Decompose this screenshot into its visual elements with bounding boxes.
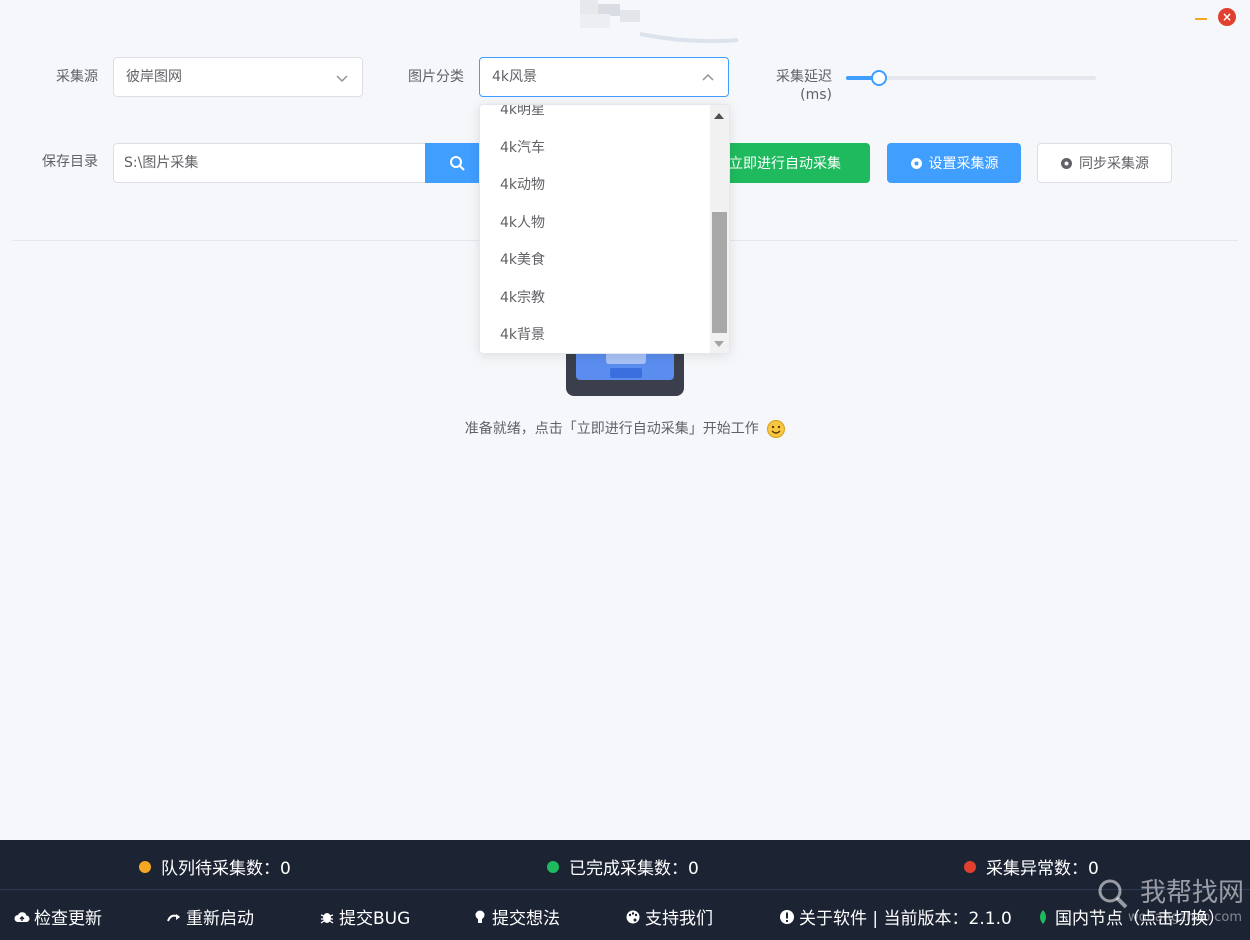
source-select-value: 彼岸图网 xyxy=(126,69,182,85)
gear-icon xyxy=(1061,157,1072,169)
source-label: 采集源 xyxy=(56,69,98,85)
redo-icon xyxy=(167,913,180,921)
category-option[interactable]: 4k美食 xyxy=(480,242,710,280)
category-dropdown: 4k明星 4k汽车 4k动物 4k人物 4k美食 4k宗教 4k背景 xyxy=(479,104,730,354)
delay-label-unit: (ms) xyxy=(800,87,832,103)
submit-bug-link[interactable]: 提交BUG xyxy=(319,904,410,929)
category-option[interactable]: 4k宗教 xyxy=(480,280,710,318)
restart-link[interactable]: 重新启动 xyxy=(166,904,254,929)
category-option-list: 4k明星 4k汽车 4k动物 4k人物 4k美食 4k宗教 4k背景 xyxy=(480,105,710,353)
error-stat-text: 采集异常数：0 xyxy=(986,859,1099,879)
set-source-label: 设置采集源 xyxy=(928,156,999,172)
header-decoration xyxy=(580,0,739,44)
category-select[interactable]: 4k风景 xyxy=(479,57,729,97)
done-stat: 已完成采集数：0 xyxy=(547,854,699,879)
category-option[interactable]: 4k汽车 xyxy=(480,130,710,168)
error-status-dot xyxy=(964,860,976,873)
check-update-label: 检查更新 xyxy=(34,909,102,929)
submit-bug-label: 提交BUG xyxy=(339,909,411,929)
about-label: 关于软件 | 当前版本：2.1.0 xyxy=(799,909,1012,929)
watermark: 我帮找网 xyxy=(1096,872,1244,910)
bug-icon xyxy=(320,912,334,924)
submit-idea-label: 提交想法 xyxy=(492,909,560,929)
chevron-down-icon xyxy=(336,75,348,83)
delay-label-text: 采集延迟 xyxy=(776,69,832,85)
lightbulb-icon xyxy=(475,910,485,923)
palette-icon xyxy=(626,910,640,923)
done-stat-text: 已完成采集数：0 xyxy=(569,859,699,879)
save-dir-label: 保存目录 xyxy=(42,154,98,170)
scroll-down-arrow-icon[interactable] xyxy=(714,341,724,347)
close-button[interactable]: × xyxy=(1218,8,1236,26)
save-dir-input[interactable]: S:\图片采集 xyxy=(113,143,426,183)
queue-stat-text: 队列待采集数：0 xyxy=(161,859,291,879)
submit-idea-link[interactable]: 提交想法 xyxy=(472,904,560,929)
watermark-text: 我帮找网 xyxy=(1139,878,1244,908)
gear-icon xyxy=(910,157,922,169)
source-select[interactable]: 彼岸图网 xyxy=(113,57,363,97)
dropdown-scrollbar[interactable] xyxy=(710,105,729,353)
delay-slider-handle[interactable] xyxy=(870,70,887,86)
category-option[interactable]: 4k动物 xyxy=(480,167,710,205)
start-collect-label: 立即进行自动采集 xyxy=(729,156,841,172)
sync-source-button[interactable]: 同步采集源 xyxy=(1037,143,1172,183)
set-source-button[interactable]: 设置采集源 xyxy=(887,143,1021,183)
magnifier-icon xyxy=(1098,879,1128,908)
chevron-up-icon xyxy=(702,73,714,81)
check-update-link[interactable]: 检查更新 xyxy=(14,904,102,929)
delay-label: 采集延迟 (ms) xyxy=(760,68,832,104)
support-label: 支持我们 xyxy=(645,909,713,929)
support-link[interactable]: 支持我们 xyxy=(625,904,713,929)
category-option[interactable]: 4k背景 xyxy=(480,317,710,353)
cloud-upload-icon xyxy=(14,911,30,922)
category-label: 图片分类 xyxy=(408,69,464,85)
search-icon xyxy=(450,156,465,171)
watermark-url: wobangzhao.com xyxy=(1128,910,1242,925)
smile-icon xyxy=(767,420,786,438)
queue-status-dot xyxy=(139,860,151,873)
category-option[interactable]: 4k人物 xyxy=(480,205,710,243)
status-bar: 队列待采集数：0 已完成采集数：0 采集异常数：0 xyxy=(0,840,1250,889)
ready-message: 准备就绪，点击「立即进行自动采集」开始工作 xyxy=(0,418,1250,438)
save-dir-group: S:\图片采集 xyxy=(113,143,513,183)
restart-label: 重新启动 xyxy=(186,909,254,929)
category-option[interactable]: 4k明星 xyxy=(480,105,710,130)
category-select-value: 4k风景 xyxy=(492,69,538,85)
leaf-icon xyxy=(1040,909,1046,924)
queue-stat: 队列待采集数：0 xyxy=(139,854,291,879)
minimize-button[interactable] xyxy=(1194,10,1208,24)
window-controls: × xyxy=(1194,8,1236,26)
done-status-dot xyxy=(547,860,559,873)
info-icon xyxy=(780,909,794,924)
app-window: × 采集源 彼岸图网 图片分类 4k风景 采集延迟 (ms) 保存目录 S:\图… xyxy=(0,0,1250,940)
error-stat: 采集异常数：0 xyxy=(964,854,1099,879)
ready-message-text: 准备就绪，点击「立即进行自动采集」开始工作 xyxy=(464,421,759,437)
scroll-up-arrow-icon[interactable] xyxy=(714,113,724,119)
about-link[interactable]: 关于软件 | 当前版本：2.1.0 xyxy=(779,904,1012,929)
bottom-nav: 检查更新 重新启动 提交BUG 提交想法 支持我们 关于软件 | 当前版本：2.… xyxy=(0,890,1250,940)
scrollbar-thumb[interactable] xyxy=(712,212,727,333)
sync-source-label: 同步采集源 xyxy=(1079,156,1149,172)
